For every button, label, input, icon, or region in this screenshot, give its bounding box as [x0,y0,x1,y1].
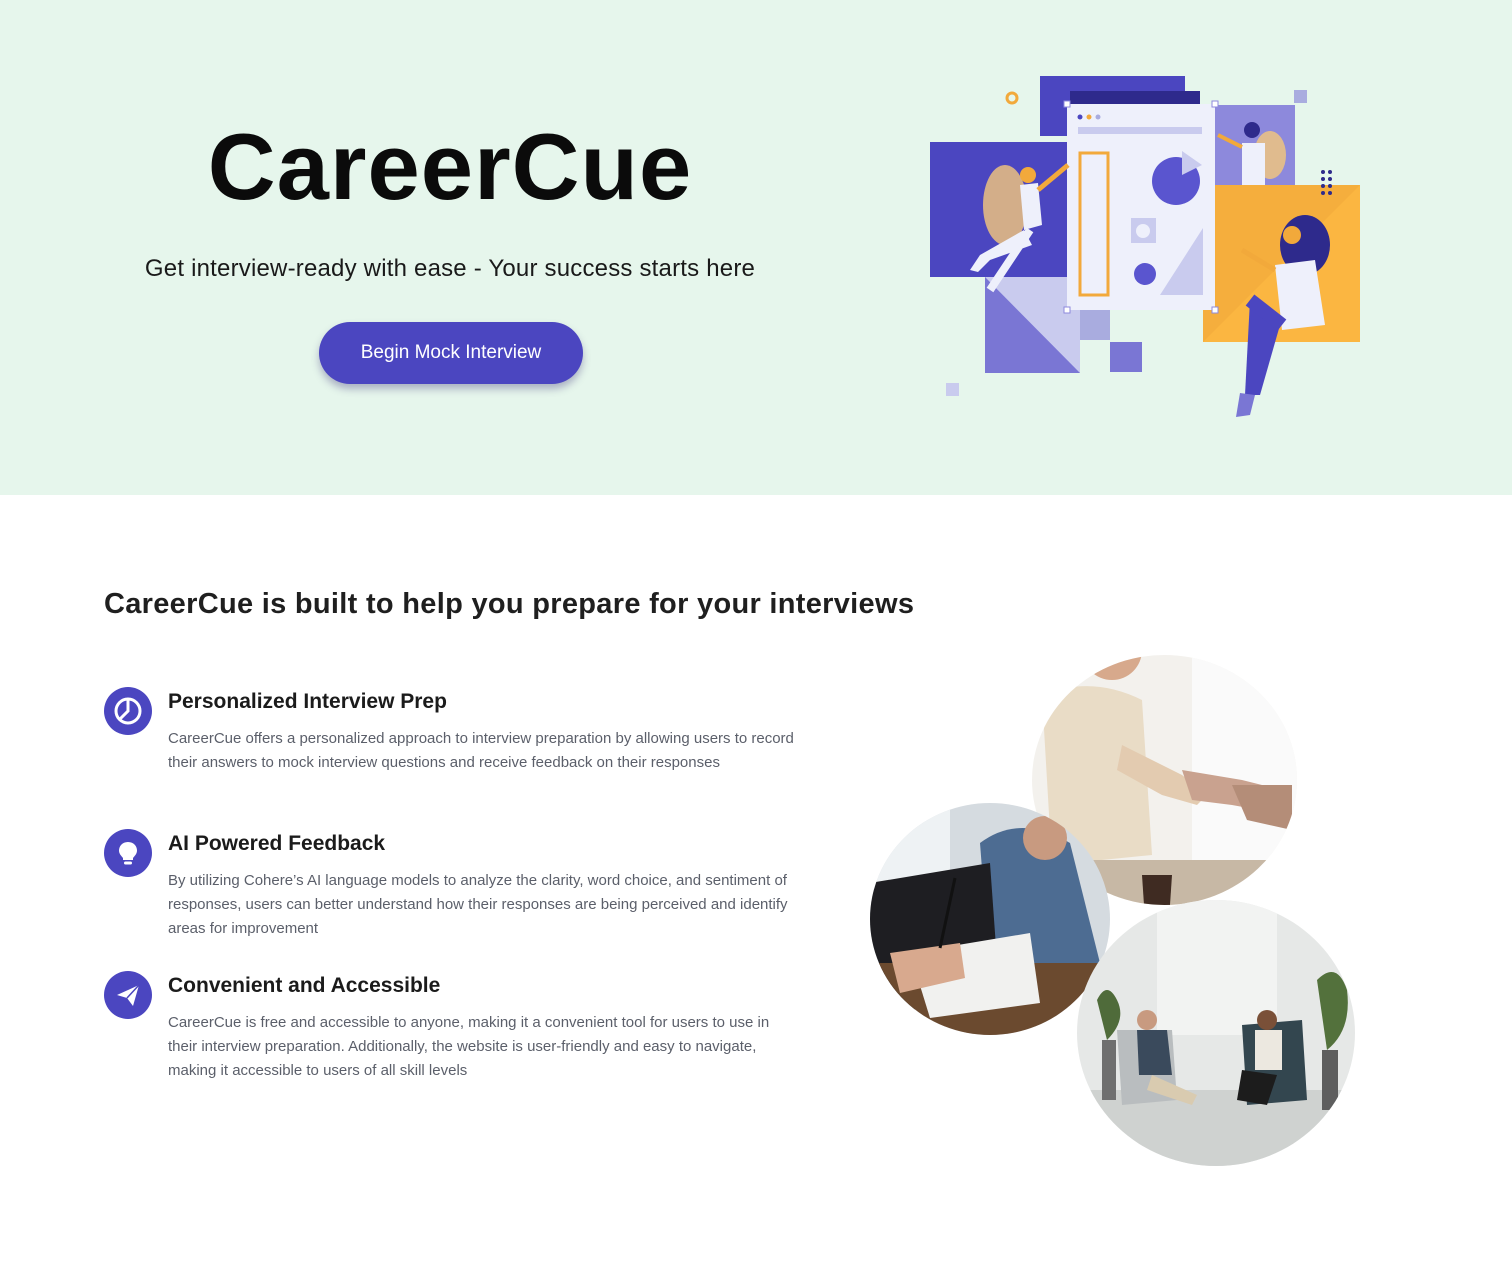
feature-title: Personalized Interview Prep [168,690,447,713]
feature-title: AI Powered Feedback [168,832,386,855]
feature-title: Convenient and Accessible [168,974,441,997]
hero-illustration [930,76,1360,417]
feature-description: CareerCue offers a personalized approach… [168,730,794,771]
feature-description: CareerCue is free and accessible to anyo… [168,1014,770,1079]
lightbulb-icon [104,829,152,877]
begin-mock-interview-button[interactable]: Begin Mock Interview [319,322,583,384]
hero-title: CareerCue [207,114,693,219]
hero-section: CareerCue Get interview-ready with ease … [0,0,1512,495]
feature-description: By utilizing Cohere’s AI language models… [168,872,788,937]
features-heading: CareerCue is built to help you prepare f… [104,588,915,620]
paper-plane-icon [104,971,152,1019]
interview-room-photo [1077,900,1355,1166]
pie-chart-icon [104,687,152,735]
laptop-writing-photo [870,803,1110,1035]
hero-subtitle: Get interview-ready with ease - Your suc… [144,255,756,282]
